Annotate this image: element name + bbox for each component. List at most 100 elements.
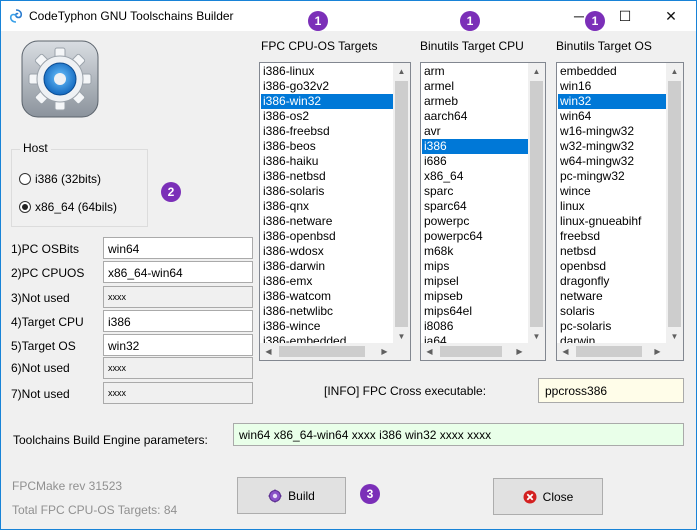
maximize-button[interactable]: ☐ xyxy=(602,1,648,31)
scroll-thumb[interactable] xyxy=(668,81,681,327)
binutils-os-vscrollbar[interactable]: ▲ ▼ xyxy=(666,63,683,345)
param-field-6: xxxx xyxy=(103,357,253,379)
scroll-right-arrow-icon[interactable]: ▶ xyxy=(649,343,666,360)
list-item[interactable]: win32 xyxy=(558,94,666,109)
list-item[interactable]: i686 xyxy=(422,154,528,169)
list-item[interactable]: w16-mingw32 xyxy=(558,124,666,139)
list-item[interactable]: aarch64 xyxy=(422,109,528,124)
list-item[interactable]: embedded xyxy=(558,64,666,79)
list-item[interactable]: i386-solaris xyxy=(261,184,393,199)
list-item[interactable]: x86_64 xyxy=(422,169,528,184)
close-button[interactable]: Close xyxy=(493,478,603,515)
scroll-right-arrow-icon[interactable]: ▶ xyxy=(511,343,528,360)
list-item[interactable]: i386-haiku xyxy=(261,154,393,169)
list-item[interactable]: i386-beos xyxy=(261,139,393,154)
list-item[interactable]: w32-mingw32 xyxy=(558,139,666,154)
scroll-left-arrow-icon[interactable]: ◀ xyxy=(260,343,277,360)
list-item[interactable]: i386-qnx xyxy=(261,199,393,214)
close-window-button[interactable]: ✕ xyxy=(648,1,694,31)
param-field-4[interactable]: i386 xyxy=(103,310,253,332)
scroll-thumb[interactable] xyxy=(530,81,543,327)
fpc-targets-listbox[interactable]: i386-linux i386-go32v2 i386-win32 i386-os2 i… xyxy=(259,62,411,361)
list-item[interactable]: i386-win32 xyxy=(261,94,393,109)
binutils-cpu-listbox[interactable]: arm armel armeb aarch64 avr i386 i686 x86_64 spa… xyxy=(420,62,546,361)
list-item[interactable]: mips64el xyxy=(422,304,528,319)
list-item[interactable]: wince xyxy=(558,184,666,199)
list-item[interactable]: netware xyxy=(558,289,666,304)
list-item[interactable]: mips xyxy=(422,259,528,274)
list-item[interactable]: armel xyxy=(422,79,528,94)
fpc-targets-title: FPC CPU-OS Targets xyxy=(261,39,378,53)
list-item[interactable]: mipsel xyxy=(422,274,528,289)
step-badge-1-os: 1 xyxy=(585,11,605,31)
radio-i386[interactable]: i386 (32bits) xyxy=(19,172,101,186)
list-item[interactable]: i386-netbsd xyxy=(261,169,393,184)
scroll-up-arrow-icon[interactable]: ▲ xyxy=(666,63,683,80)
fpc-targets-vscrollbar[interactable]: ▲ ▼ xyxy=(393,63,410,345)
param-field-1[interactable]: win64 xyxy=(103,237,253,259)
list-item[interactable]: i386-darwin xyxy=(261,259,393,274)
list-item[interactable]: avr xyxy=(422,124,528,139)
scroll-thumb[interactable] xyxy=(395,81,408,327)
list-item[interactable]: win16 xyxy=(558,79,666,94)
list-item[interactable]: pc-solaris xyxy=(558,319,666,334)
step-badge-3: 3 xyxy=(360,484,380,504)
scroll-right-arrow-icon[interactable]: ▶ xyxy=(376,343,393,360)
list-item[interactable]: linux xyxy=(558,199,666,214)
list-item[interactable]: i386-netware xyxy=(261,214,393,229)
binutils-cpu-hscrollbar[interactable]: ◀ ▶ xyxy=(421,343,528,360)
scroll-thumb-h[interactable] xyxy=(279,346,365,357)
list-item[interactable]: sparc xyxy=(422,184,528,199)
list-item[interactable]: i386-watcom xyxy=(261,289,393,304)
list-item[interactable]: i8086 xyxy=(422,319,528,334)
fpc-cross-field[interactable]: ppcross386 xyxy=(538,378,684,403)
list-item[interactable]: powerpc xyxy=(422,214,528,229)
list-item[interactable]: i386-os2 xyxy=(261,109,393,124)
list-item[interactable]: i386-openbsd xyxy=(261,229,393,244)
list-item[interactable]: i386-go32v2 xyxy=(261,79,393,94)
list-item[interactable]: netbsd xyxy=(558,244,666,259)
list-item[interactable]: w64-mingw32 xyxy=(558,154,666,169)
fpc-targets-hscrollbar[interactable]: ◀ ▶ xyxy=(260,343,393,360)
list-item[interactable]: i386-linux xyxy=(261,64,393,79)
binutils-cpu-vscrollbar[interactable]: ▲ ▼ xyxy=(528,63,545,345)
radio-x86-64[interactable]: x86_64 (64bils) xyxy=(19,200,117,214)
list-item[interactable]: mipseb xyxy=(422,289,528,304)
list-item[interactable]: i386-wdosx xyxy=(261,244,393,259)
list-item[interactable]: solaris xyxy=(558,304,666,319)
list-item[interactable]: freebsd xyxy=(558,229,666,244)
param-field-5[interactable]: win32 xyxy=(103,334,253,356)
close-x-icon xyxy=(523,490,537,503)
list-item[interactable]: win64 xyxy=(558,109,666,124)
list-item[interactable]: dragonfly xyxy=(558,274,666,289)
build-button[interactable]: Build xyxy=(237,477,346,514)
list-item[interactable]: pc-mingw32 xyxy=(558,169,666,184)
step-badge-2: 2 xyxy=(161,182,181,202)
param-label-5: 5)Target OS xyxy=(11,339,76,353)
total-targets: Total FPC CPU-OS Targets: 84 xyxy=(12,503,178,517)
list-item[interactable]: m68k xyxy=(422,244,528,259)
scroll-left-arrow-icon[interactable]: ◀ xyxy=(557,343,574,360)
scroll-thumb-h[interactable] xyxy=(576,346,642,357)
engine-params-field[interactable]: win64 x86_64-win64 xxxx i386 win32 xxxx … xyxy=(233,423,684,446)
list-item[interactable]: linux-gnueabihf xyxy=(558,214,666,229)
binutils-os-hscrollbar[interactable]: ◀ ▶ xyxy=(557,343,666,360)
list-item[interactable]: openbsd xyxy=(558,259,666,274)
scroll-thumb-h[interactable] xyxy=(440,346,502,357)
list-item[interactable]: i386-emx xyxy=(261,274,393,289)
scroll-up-arrow-icon[interactable]: ▲ xyxy=(393,63,410,80)
list-item[interactable]: arm xyxy=(422,64,528,79)
binutils-os-listbox[interactable]: embedded win16 win32 win64 w16-mingw32 w32-mi… xyxy=(556,62,684,361)
build-gear-icon xyxy=(268,489,282,502)
scroll-left-arrow-icon[interactable]: ◀ xyxy=(421,343,438,360)
scroll-up-arrow-icon[interactable]: ▲ xyxy=(528,63,545,80)
list-item[interactable]: i386 xyxy=(422,139,528,154)
list-item[interactable]: sparc64 xyxy=(422,199,528,214)
list-item[interactable]: armeb xyxy=(422,94,528,109)
app-window: CodeTyphon GNU Toolschains Builder ─ ☐ ✕ xyxy=(0,0,697,530)
list-item[interactable]: i386-netwlibc xyxy=(261,304,393,319)
list-item[interactable]: i386-wince xyxy=(261,319,393,334)
list-item[interactable]: i386-freebsd xyxy=(261,124,393,139)
list-item[interactable]: powerpc64 xyxy=(422,229,528,244)
param-field-2[interactable]: x86_64-win64 xyxy=(103,261,253,283)
